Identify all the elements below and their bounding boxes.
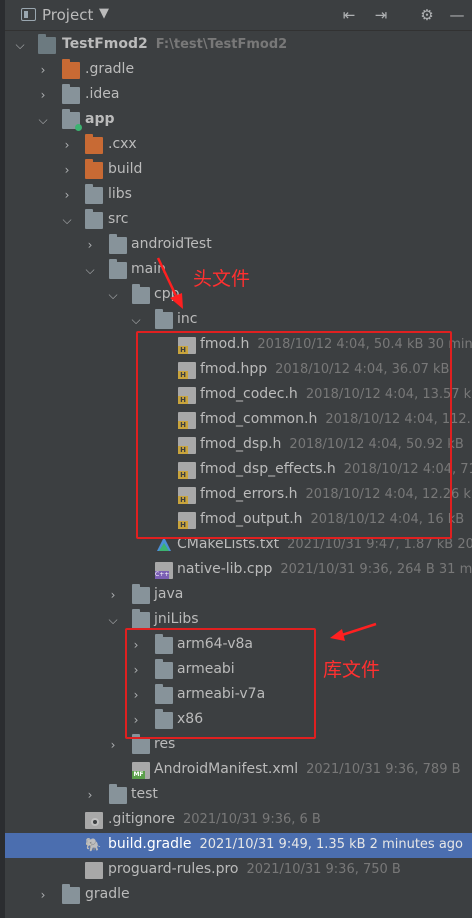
annotation-arrows: [156, 257, 377, 641]
headers-arrow: [156, 257, 183, 309]
headers-annotation-label: 头文件: [193, 268, 251, 290]
libs-arrow: [330, 622, 377, 641]
libs-annotation-label: 库文件: [323, 659, 381, 681]
